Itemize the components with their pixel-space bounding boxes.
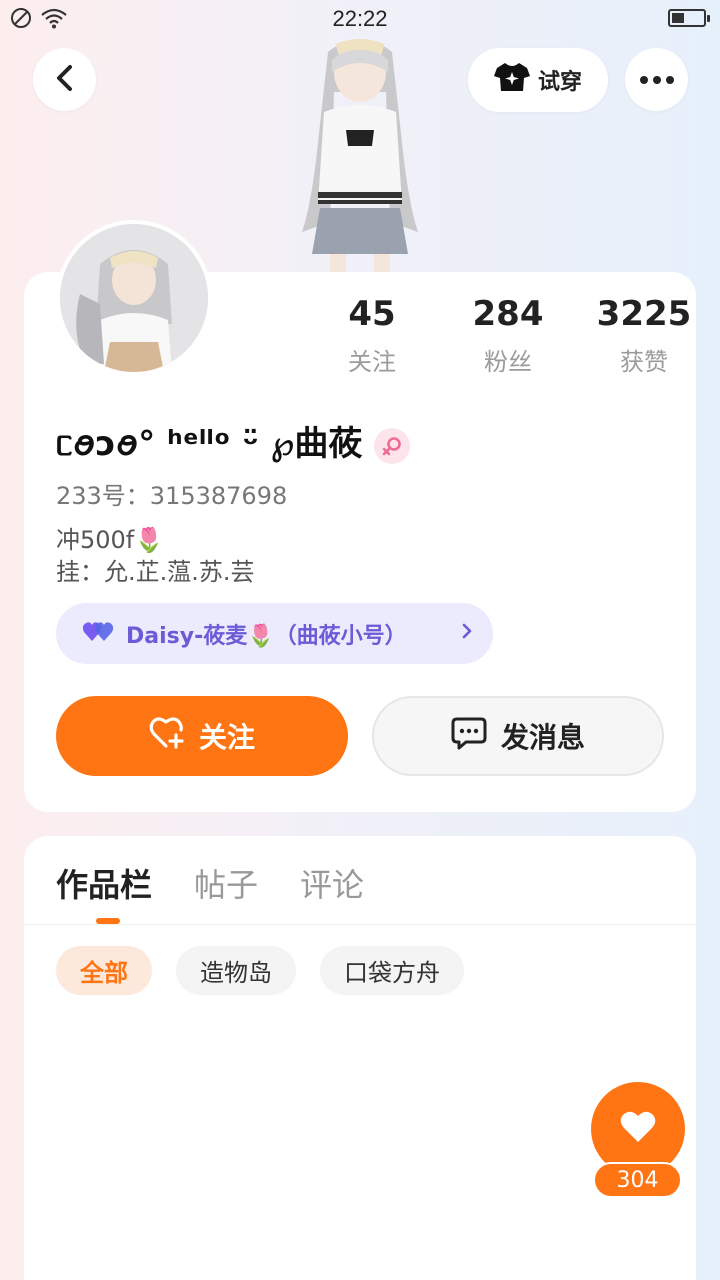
linked-account-label: Daisy-莜麦🌷（曲莜小号） xyxy=(126,623,407,649)
works-card: 作品栏 帖子 评论 全部 造物岛 口袋方舟 xyxy=(24,836,696,1280)
stat-label: 获赞 xyxy=(620,348,668,376)
back-button[interactable] xyxy=(33,48,96,111)
bio: 冲500f🌷 挂：允.芷.蕰.苏.芸 xyxy=(56,524,255,588)
chip-all[interactable]: 全部 xyxy=(56,946,152,995)
hero-character-image xyxy=(290,32,430,272)
stat-label: 粉丝 xyxy=(484,348,532,376)
stat-followers[interactable]: 284 粉丝 xyxy=(440,294,576,377)
stat-likes[interactable]: 3225 获赞 xyxy=(576,294,712,377)
profile-stats: 45 关注 284 粉丝 3225 获赞 xyxy=(304,294,712,377)
stat-label: 关注 xyxy=(348,348,396,376)
heart-plus-icon xyxy=(149,716,185,757)
avatar-image xyxy=(60,224,208,372)
status-time: 22:22 xyxy=(332,6,388,31)
tshirt-sparkle-icon xyxy=(493,61,530,99)
battery-level xyxy=(672,13,684,23)
chip-pocket-ark[interactable]: 口袋方舟 xyxy=(320,946,464,995)
stat-value: 45 xyxy=(348,294,396,334)
chevron-right-icon xyxy=(461,621,473,646)
chat-bubble-icon xyxy=(451,716,487,757)
like-count: 304 xyxy=(593,1162,682,1198)
bio-line-2: 挂：允.芷.蕰.苏.芸 xyxy=(56,558,255,586)
message-label: 发消息 xyxy=(500,721,585,754)
tab-works[interactable]: 作品栏 xyxy=(56,860,152,906)
follow-label: 关注 xyxy=(198,721,255,754)
linked-account-pill[interactable]: Daisy-莜麦🌷（曲莜小号） xyxy=(56,603,493,664)
message-button[interactable]: 发消息 xyxy=(372,696,664,776)
more-button[interactable] xyxy=(625,48,688,111)
filter-chips: 全部 造物岛 口袋方舟 xyxy=(56,946,464,995)
chip-creation-island[interactable]: 造物岛 xyxy=(176,946,296,995)
bio-line-1: 冲500f🌷 xyxy=(56,526,165,554)
heart-icon xyxy=(619,1110,657,1148)
tab-posts[interactable]: 帖子 xyxy=(194,860,258,906)
female-icon xyxy=(374,428,411,464)
try-on-label: 试穿 xyxy=(537,70,582,95)
double-heart-icon xyxy=(82,619,116,649)
avatar[interactable] xyxy=(56,220,212,376)
tabs-divider xyxy=(24,924,696,925)
username: ᥴꪮᴐꪮ° ʰᵉˡˡᵒ ᵕ̈ ℘曲莜 xyxy=(56,424,363,464)
works-tabs: 作品栏 帖子 评论 xyxy=(56,860,364,906)
more-dots-icon xyxy=(639,70,675,89)
stat-following[interactable]: 45 关注 xyxy=(304,294,440,377)
stat-value: 284 xyxy=(472,294,544,334)
stat-value: 3225 xyxy=(596,294,692,334)
battery-icon xyxy=(668,9,710,27)
follow-button[interactable]: 关注 xyxy=(56,696,348,776)
try-on-button[interactable]: 试穿 xyxy=(468,48,608,112)
tab-comments[interactable]: 评论 xyxy=(300,860,364,906)
chevron-left-icon xyxy=(54,64,76,96)
username-row: ᥴꪮᴐꪮ° ʰᵉˡˡᵒ ᵕ̈ ℘曲莜 xyxy=(56,410,411,482)
user-id: 233号：315387698 xyxy=(56,482,288,510)
